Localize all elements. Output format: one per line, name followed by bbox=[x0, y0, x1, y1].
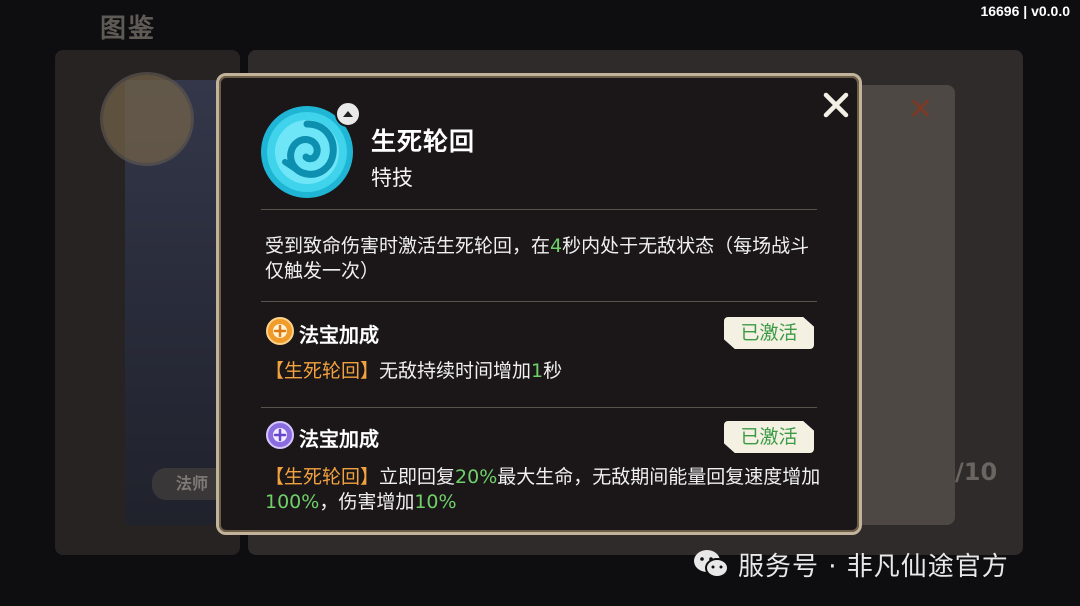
bonus-title: 法宝加成 bbox=[299, 427, 379, 451]
background-inner-panel bbox=[860, 85, 955, 525]
divider bbox=[261, 407, 817, 408]
wechat-icon bbox=[692, 548, 730, 580]
version-label: 16696 | v0.0.0 bbox=[980, 3, 1070, 19]
bonus-description: 【生死轮回】立即回复20%最大生命，无敌期间能量回复速度增加100%，伤害增加1… bbox=[265, 466, 821, 513]
background-avatar bbox=[100, 72, 194, 166]
skill-detail-popup: 生死轮回 特技 受到致命伤害时激活生死轮回，在4秒内处于无敌状态（每场战斗仅触发… bbox=[216, 73, 862, 535]
background-page-title: 图鉴 bbox=[100, 14, 157, 44]
bonus-description: 【生死轮回】无敌持续时间增加1秒 bbox=[265, 360, 563, 382]
close-icon bbox=[822, 91, 850, 119]
background-counter: /10 bbox=[955, 458, 998, 486]
watermark: 服务号 · 非凡仙途官方 bbox=[692, 546, 1009, 582]
skill-type: 特技 bbox=[371, 166, 413, 190]
background-close-icon: ✕ bbox=[908, 92, 934, 127]
bonus-title: 法宝加成 bbox=[299, 323, 379, 347]
status-badge: 已激活 bbox=[724, 317, 814, 349]
skill-name: 生死轮回 bbox=[371, 127, 476, 156]
close-button[interactable] bbox=[819, 88, 853, 122]
divider bbox=[261, 301, 817, 302]
invincible-seconds-value: 4 bbox=[550, 235, 563, 257]
status-badge: 已激活 bbox=[724, 421, 814, 453]
purple-treasure-icon bbox=[265, 420, 295, 450]
upgrade-arrow-icon[interactable] bbox=[335, 101, 361, 127]
divider bbox=[261, 209, 817, 210]
skill-description: 受到致命伤害时激活生死轮回，在4秒内处于无敌状态（每场战斗仅触发一次） bbox=[265, 235, 810, 282]
watermark-text: 服务号 · 非凡仙途官方 bbox=[738, 551, 1009, 582]
orange-treasure-icon bbox=[265, 316, 295, 346]
